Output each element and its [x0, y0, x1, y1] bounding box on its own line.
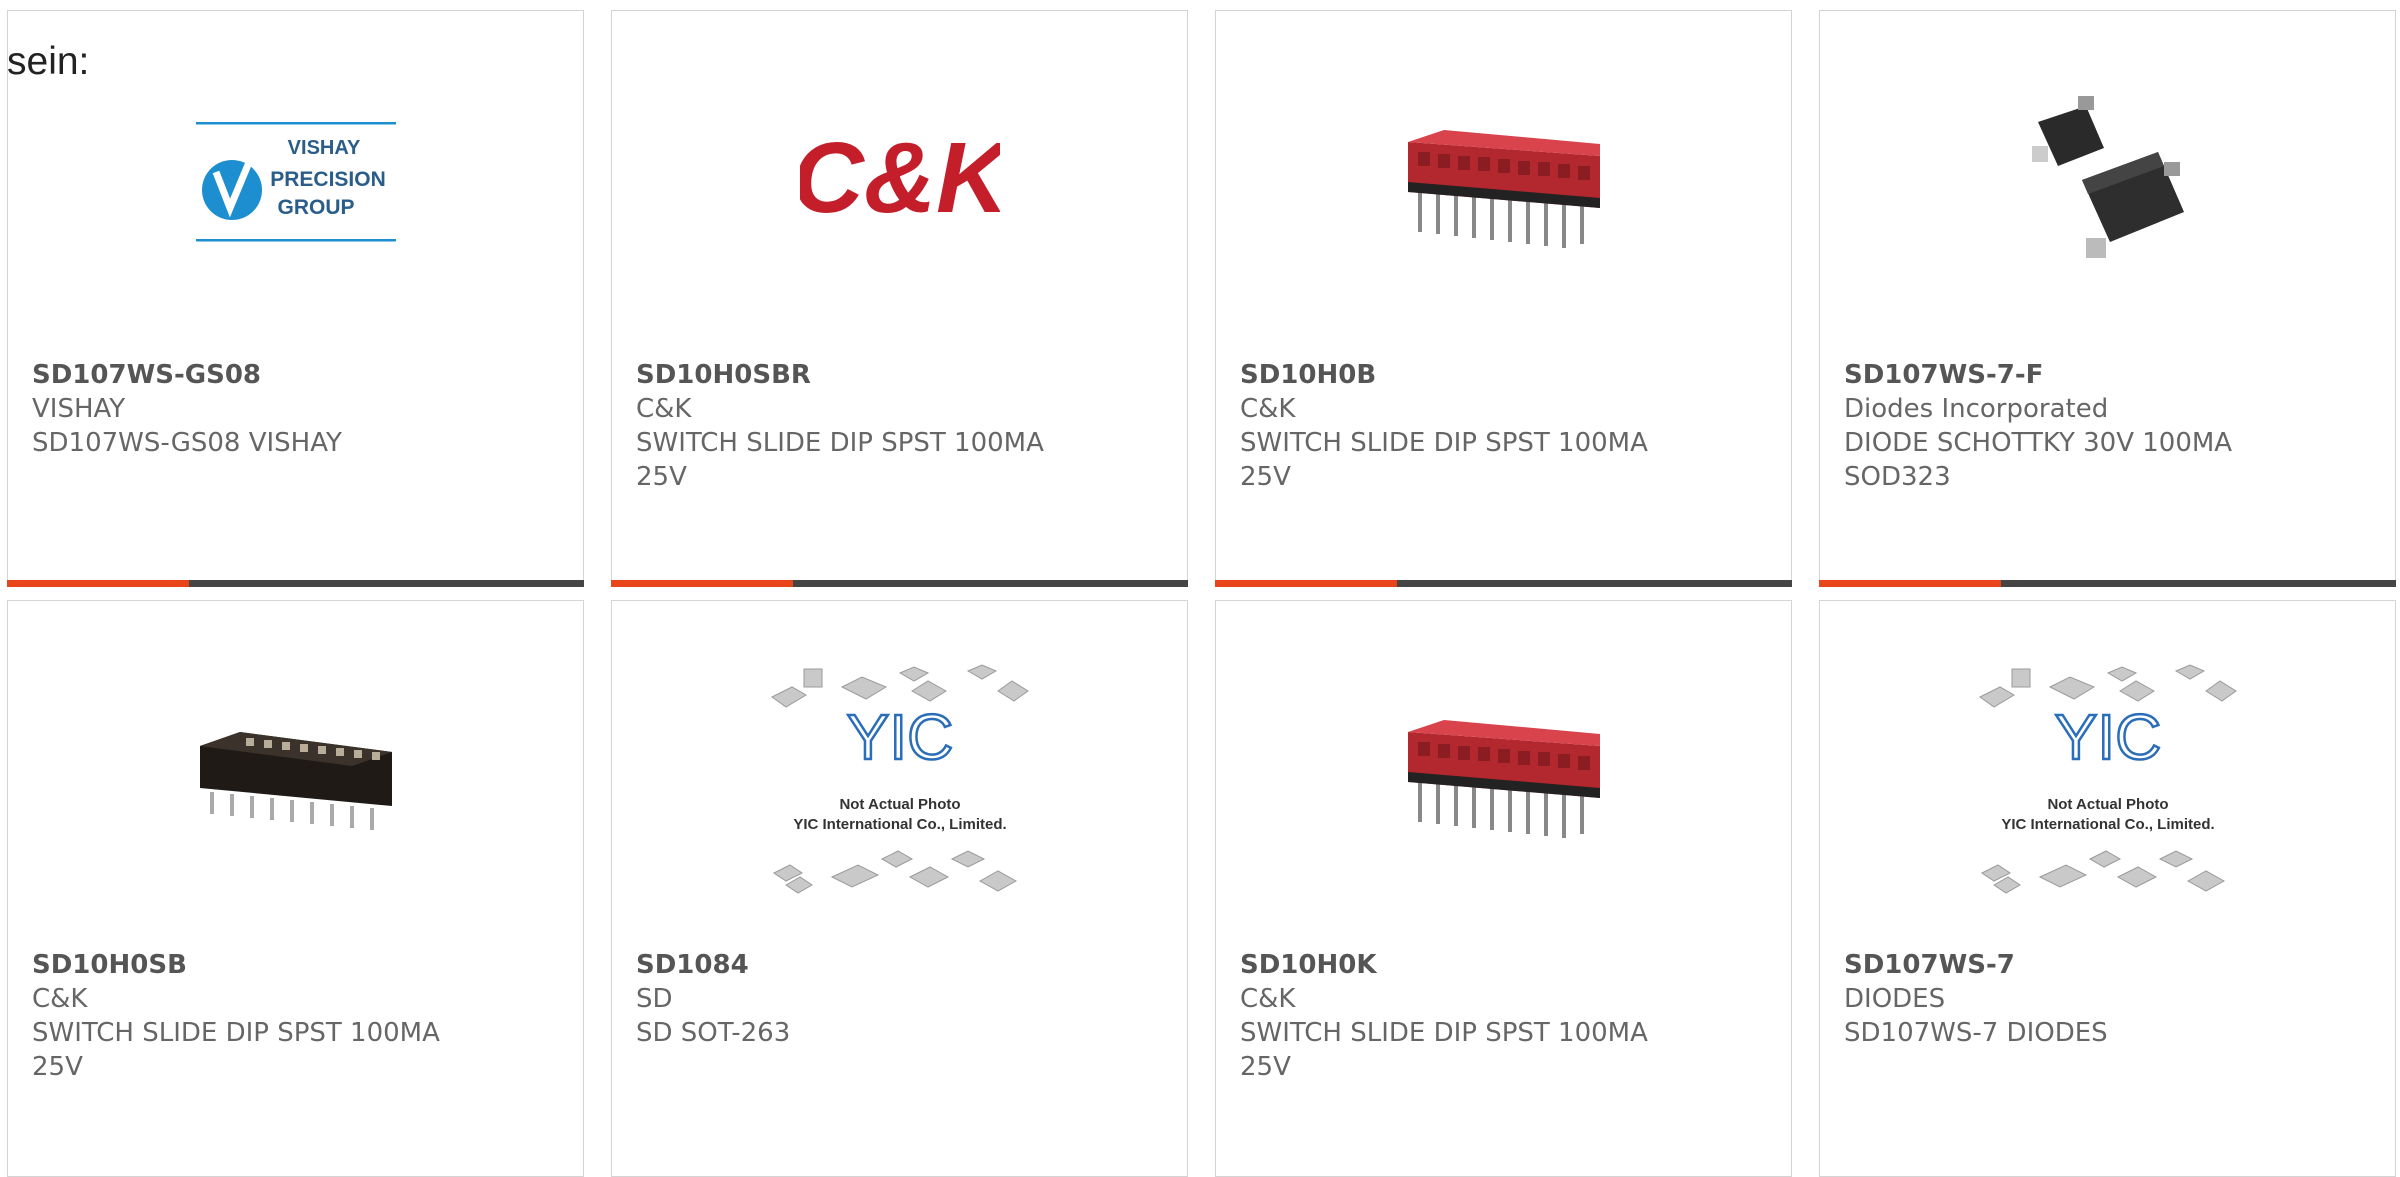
svg-text:Not Actual Photo: Not Actual Photo — [839, 796, 960, 813]
manufacturer: Diodes Incorporated — [1844, 394, 2109, 424]
part-number[interactable]: SD10H0K — [1240, 948, 1767, 982]
yic-placeholder-image: YIC Not Actual Photo YIC International C… — [1970, 659, 2246, 899]
description: SWITCH SLIDE DIP SPST 100MA 25V — [1240, 428, 1648, 492]
product-card[interactable]: C&K SD10H0SBR C&K SWITCH SLIDE DIP SPST … — [611, 10, 1188, 587]
yic-placeholder-image: YIC Not Actual Photo YIC International C… — [762, 659, 1038, 899]
vishay-logo-image: VISHAY PRECISION GROUP — [191, 77, 401, 287]
svg-text:Not Actual Photo: Not Actual Photo — [2047, 796, 2168, 813]
manufacturer: DIODES — [1844, 984, 1946, 1014]
sod323-diode-image — [2003, 77, 2213, 287]
red-dip-switch-image — [1399, 77, 1609, 287]
product-card[interactable]: VISHAY PRECISION GROUP SD107WS-GS08 VISH… — [7, 10, 584, 587]
description: SWITCH SLIDE DIP SPST 100MA 25V — [636, 428, 1044, 492]
description: SWITCH SLIDE DIP SPST 100MA 25V — [32, 1018, 440, 1082]
part-number[interactable]: SD107WS-7-F — [1844, 358, 2371, 392]
card-bar — [7, 580, 584, 587]
black-dip-switch-image — [191, 667, 401, 877]
part-number[interactable]: SD10H0SB — [32, 948, 559, 982]
svg-text:VISHAY: VISHAY — [288, 137, 361, 159]
product-card[interactable]: SD10H0SB C&K SWITCH SLIDE DIP SPST 100MA… — [7, 600, 584, 1177]
card-bar — [1819, 580, 2396, 587]
part-number[interactable]: SD1084 — [636, 948, 1163, 982]
svg-text:YIC International Co., Limited: YIC International Co., Limited. — [793, 816, 1006, 833]
red-dip-switch-image — [1399, 667, 1609, 877]
description: SD107WS-GS08 VISHAY — [32, 428, 342, 458]
description: SWITCH SLIDE DIP SPST 100MA 25V — [1240, 1018, 1648, 1082]
svg-text:GROUP: GROUP — [277, 196, 354, 219]
manufacturer: C&K — [1240, 984, 1296, 1014]
page-caption: sein: — [7, 40, 90, 83]
product-card[interactable]: SD107WS-7-F Diodes Incorporated DIODE SC… — [1819, 10, 2396, 587]
svg-text:C&K: C&K — [800, 127, 1000, 234]
manufacturer: SD — [636, 984, 673, 1014]
product-card[interactable]: SD10H0K C&K SWITCH SLIDE DIP SPST 100MA … — [1215, 600, 1792, 1177]
product-card[interactable]: YIC Not Actual Photo YIC International C… — [1819, 600, 2396, 1177]
card-bar — [1215, 580, 1792, 587]
svg-text:PRECISION: PRECISION — [270, 168, 386, 191]
manufacturer: C&K — [1240, 394, 1296, 424]
part-number[interactable]: SD107WS-GS08 — [32, 358, 559, 392]
card-bar — [611, 580, 1188, 587]
manufacturer: C&K — [636, 394, 692, 424]
description: SD107WS-7 DIODES — [1844, 1018, 2108, 1048]
manufacturer: C&K — [32, 984, 88, 1014]
product-card[interactable]: YIC Not Actual Photo YIC International C… — [611, 600, 1188, 1177]
part-number[interactable]: SD10H0B — [1240, 358, 1767, 392]
manufacturer: VISHAY — [32, 394, 126, 424]
ck-logo-image: C&K — [795, 77, 1005, 287]
part-number[interactable]: SD10H0SBR — [636, 358, 1163, 392]
part-number[interactable]: SD107WS-7 — [1844, 948, 2371, 982]
product-card[interactable]: SD10H0B C&K SWITCH SLIDE DIP SPST 100MA … — [1215, 10, 1792, 587]
svg-text:YIC International Co., Limited: YIC International Co., Limited. — [2001, 816, 2214, 833]
svg-text:YIC: YIC — [847, 701, 954, 773]
svg-text:YIC: YIC — [2055, 701, 2162, 773]
description: SD SOT-263 — [636, 1018, 791, 1048]
description: DIODE SCHOTTKY 30V 100MA SOD323 — [1844, 428, 2233, 492]
